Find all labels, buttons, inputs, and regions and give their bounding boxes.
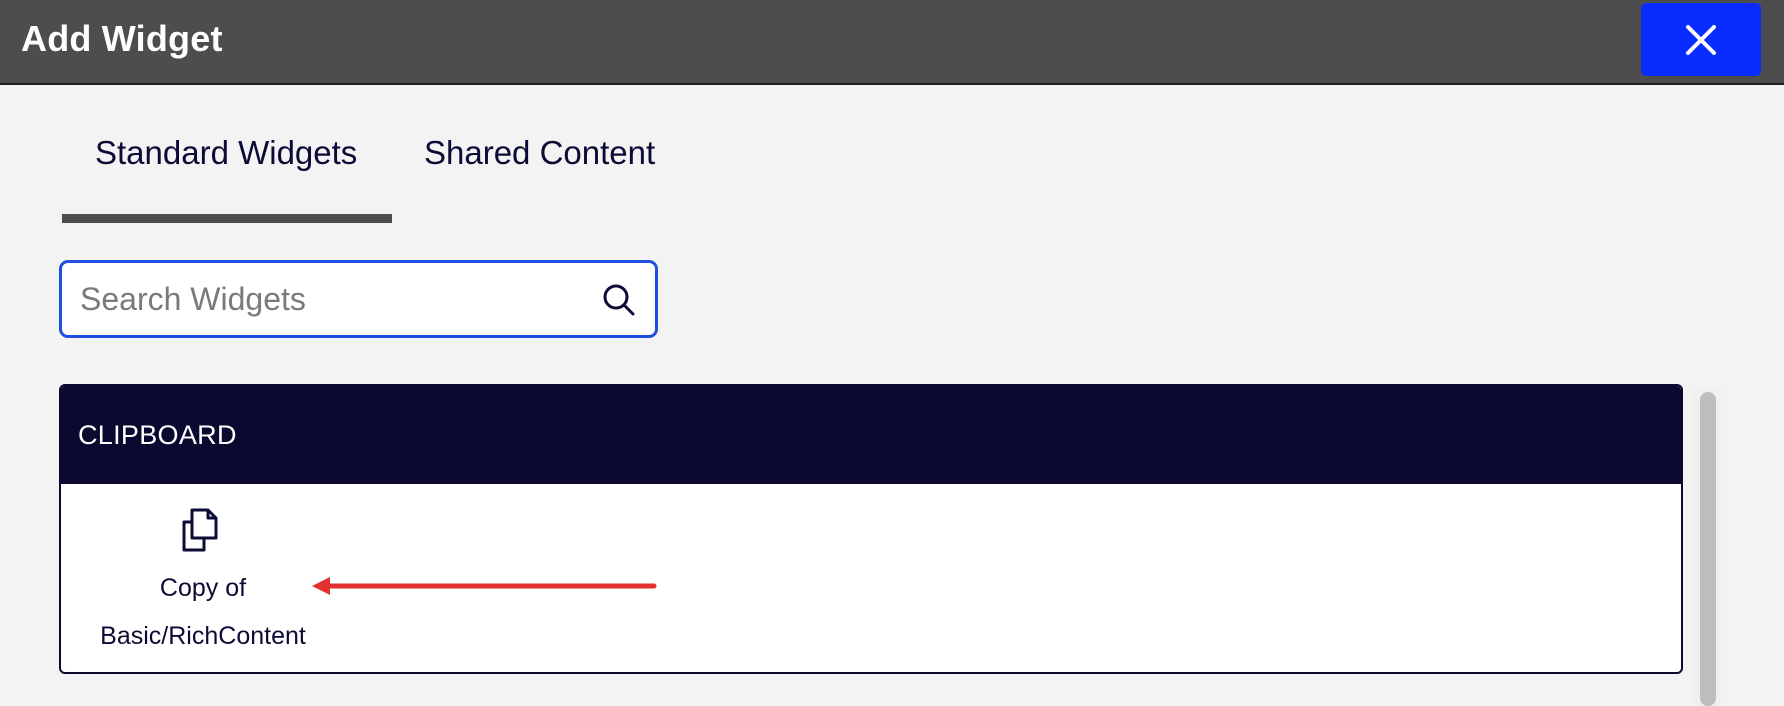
tab-shared-content[interactable]: Shared Content	[424, 134, 655, 172]
copy-icon	[182, 508, 218, 552]
close-button[interactable]	[1641, 3, 1761, 76]
tab-standard-widgets[interactable]: Standard Widgets	[95, 134, 357, 172]
dialog-titlebar: Add Widget	[0, 0, 1784, 85]
search-icon[interactable]	[602, 283, 636, 317]
close-icon	[1686, 24, 1716, 55]
widget-label-line1: Copy of	[159, 574, 247, 602]
widget-label-line2: Basic/RichContent	[100, 622, 306, 650]
arrow-left-icon	[312, 577, 657, 595]
search-input[interactable]	[80, 263, 560, 335]
clipboard-header: CLIPBOARD	[61, 386, 1681, 484]
scrollbar-thumb[interactable]	[1700, 392, 1716, 706]
search-box[interactable]	[59, 260, 658, 338]
active-tab-indicator	[62, 214, 392, 223]
widget-label: Copy of Basic/RichContent	[83, 564, 323, 660]
clipboard-title: CLIPBOARD	[78, 420, 237, 450]
clipboard-widget-item[interactable]: Copy of Basic/RichContent	[83, 504, 323, 654]
dialog-title: Add Widget	[21, 18, 223, 59]
clipboard-panel: CLIPBOARD Copy of Basic/RichContent	[59, 384, 1683, 674]
